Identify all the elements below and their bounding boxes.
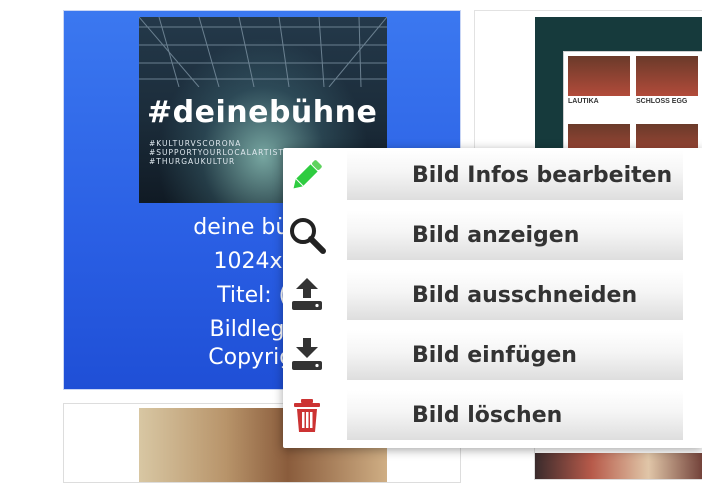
download-icon: [287, 335, 327, 375]
upload-icon: [287, 275, 327, 315]
thumbnail-tags: #KULTURVSCORONA #SUPPORTYOURLOCALARTIST …: [149, 139, 284, 166]
poster-label: SCHLOSS EGG: [636, 98, 688, 105]
menu-item-paste[interactable]: Bild einfügen: [292, 330, 683, 380]
menu-item-label: Bild Infos bearbeiten: [412, 162, 673, 188]
menu-item-label: Bild ausschneiden: [412, 282, 638, 308]
menu-item-label: Bild löschen: [412, 402, 563, 428]
menu-item-delete[interactable]: Bild löschen: [294, 390, 683, 440]
poster-label: LAUTIKA: [568, 98, 599, 105]
menu-item-view[interactable]: Bild anzeigen: [290, 210, 683, 260]
search-icon: [287, 215, 327, 255]
thumbnail-tag: #KULTURVSCORONA: [149, 139, 242, 148]
menu-item-cut[interactable]: Bild ausschneiden: [292, 270, 683, 320]
menu-item-edit-info[interactable]: Bild Infos bearbeiten: [293, 150, 683, 200]
thumbnail-tag: #THURGAUKULTUR: [149, 157, 236, 166]
context-menu: Bild Infos bearbeiten Bild anzeigen Bild…: [283, 148, 702, 448]
thumbnail-tag: #SUPPORTYOURLOCALARTIST: [149, 148, 284, 157]
menu-item-label: Bild anzeigen: [412, 222, 580, 248]
image-thumbnail[interactable]: [535, 453, 702, 479]
pencil-icon: [287, 155, 327, 195]
menu-item-label: Bild einfügen: [412, 342, 577, 368]
thumbnail-hashtag-text: #deinebühne: [147, 95, 378, 130]
trash-icon: [287, 395, 327, 435]
stage-truss-graphic: [139, 17, 387, 87]
